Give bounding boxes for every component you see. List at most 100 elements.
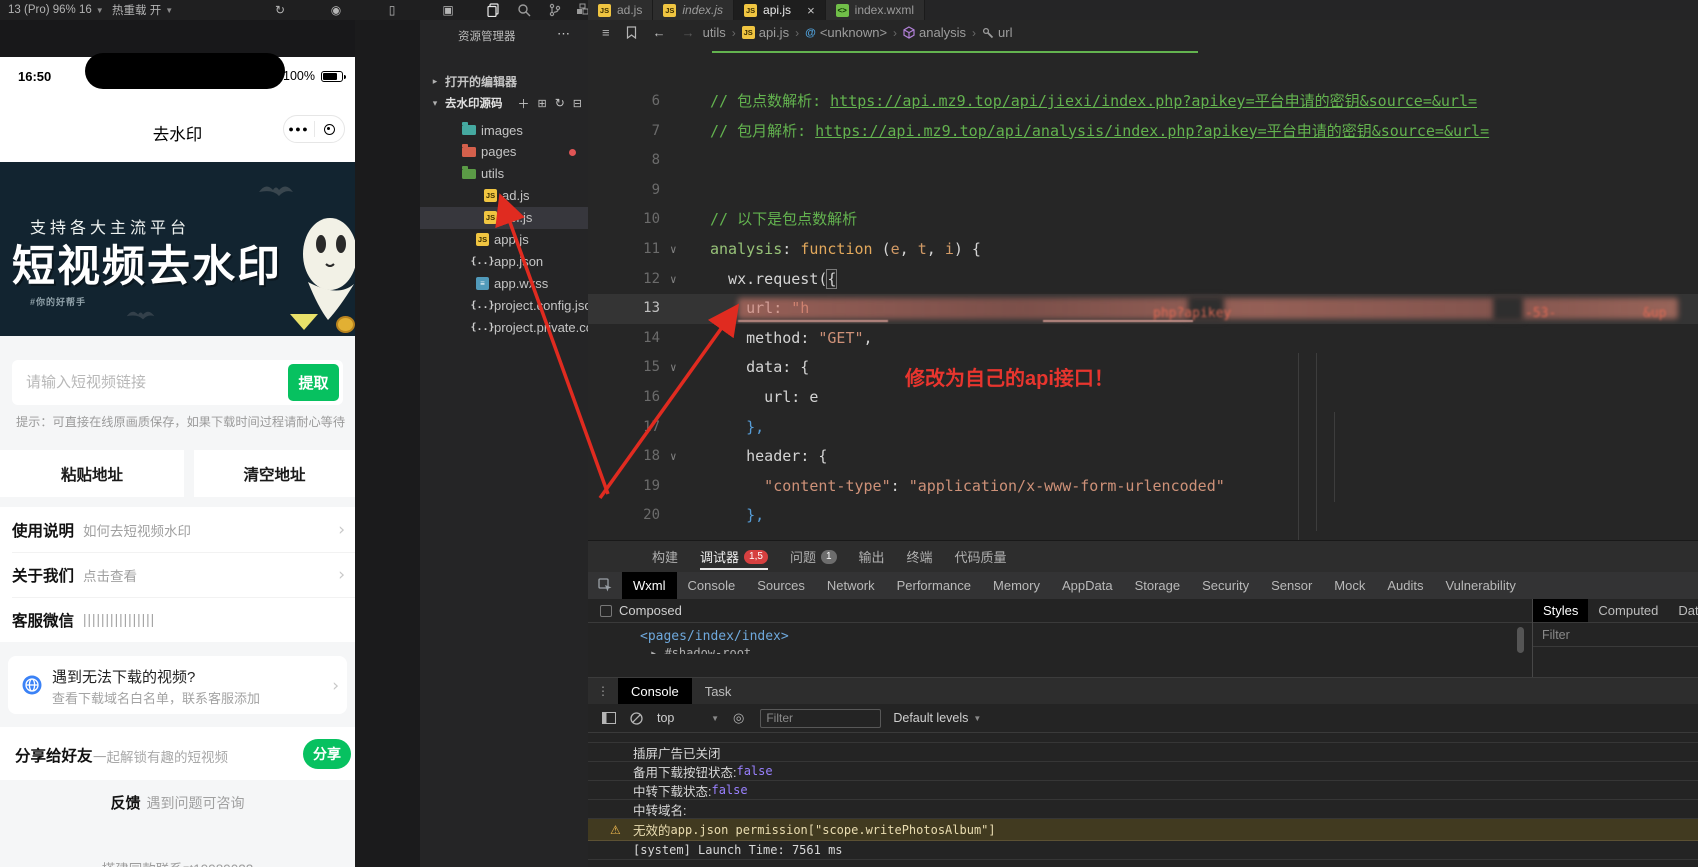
tree-item-images[interactable]: ▸images: [420, 119, 588, 141]
console-message[interactable]: 中转域名:: [588, 800, 1698, 819]
breadcrumb-item[interactable]: url: [982, 25, 1012, 40]
close-icon[interactable]: ×: [807, 3, 815, 18]
fold-chevron-icon[interactable]: ∨: [670, 235, 677, 265]
nav-back-icon[interactable]: ←: [653, 25, 666, 40]
devtools-tab-sources[interactable]: Sources: [746, 572, 816, 599]
fold-chevron-icon[interactable]: ∨: [670, 442, 677, 472]
multi-window-icon[interactable]: ▣: [438, 0, 458, 20]
code-line-19[interactable]: 19 "content-type": "application/x-www-fo…: [588, 472, 1698, 502]
paste-address-button[interactable]: 粘贴地址: [0, 450, 184, 497]
tree-item-app.wxss[interactable]: ≡ app.wxss: [420, 272, 588, 294]
tree-item-project.private.config.js...[interactable]: {..}project.private.config.js...: [420, 316, 588, 338]
open-editors-section[interactable]: ▸ 打开的编辑器: [420, 70, 588, 92]
code-line-12[interactable]: 12 ∨ wx.request({: [588, 265, 1698, 295]
console-message[interactable]: 中转下载状态: false: [588, 781, 1698, 800]
feedback-row[interactable]: 反馈 遇到问题可咨询: [0, 792, 355, 813]
devtools-tab-vulnerability[interactable]: Vulnerability: [1434, 572, 1526, 599]
clear-address-button[interactable]: 清空地址: [194, 450, 355, 497]
devtools-tab-appdata[interactable]: AppData: [1051, 572, 1124, 599]
code-line-17[interactable]: 17 },: [588, 413, 1698, 443]
wxml-tree-pane[interactable]: <pages/index/index> ▸ #shadow-root: [588, 623, 1532, 677]
devtools-tab-network[interactable]: Network: [816, 572, 886, 599]
nav-forward-icon[interactable]: →: [682, 25, 695, 40]
styles-tab-styles[interactable]: Styles: [1533, 599, 1589, 622]
console-message[interactable]: 备用下载按钮状态: false: [588, 762, 1698, 781]
devtools-tab-memory[interactable]: Memory: [982, 572, 1051, 599]
code-line-13[interactable]: 13 url: "hphp?apikey-53-&up: [588, 294, 1698, 324]
composed-checkbox[interactable]: [600, 604, 612, 617]
breadcrumb-item[interactable]: @ <unknown>: [805, 25, 887, 40]
code-line-18[interactable]: 18 ∨ header: {: [588, 442, 1698, 472]
help-card[interactable]: 遇到无法下载的视频? 查看下载域名白名单，联系客服添加 ›: [8, 656, 347, 714]
panel-tab-构建[interactable]: 构建: [652, 541, 678, 572]
bookmark-icon[interactable]: [626, 26, 637, 39]
new-file-icon[interactable]: ＋: [517, 95, 529, 112]
code-line-6[interactable]: 6 // 包点数解析: https://api.mz9.top/api/jiexi…: [588, 87, 1698, 117]
panel-tab-代码质量[interactable]: 代码质量: [955, 541, 1007, 572]
console-filter-input[interactable]: [760, 708, 882, 728]
tree-item-utils[interactable]: ▾utils: [420, 163, 588, 185]
video-link-input[interactable]: [26, 360, 276, 405]
devtools-tab-performance[interactable]: Performance: [886, 572, 982, 599]
tab-index.js[interactable]: JS index.js: [653, 0, 735, 20]
devtools-tab-sensor[interactable]: Sensor: [1260, 572, 1323, 599]
fold-chevron-icon[interactable]: ∨: [670, 353, 677, 383]
devtools-tab-wxml[interactable]: Wxml: [622, 572, 677, 599]
extract-button[interactable]: 提取: [288, 364, 339, 401]
inspect-element-icon[interactable]: [588, 578, 622, 593]
refresh-icon[interactable]: ↻: [555, 96, 565, 110]
files-icon[interactable]: [481, 0, 505, 20]
code-line-8[interactable]: 8: [588, 146, 1698, 176]
code-line-11[interactable]: 11 ∨ analysis: function (e, t, i) {: [588, 235, 1698, 265]
styles-filter-input[interactable]: Filter: [1533, 623, 1698, 647]
tab-ad.js[interactable]: JS ad.js: [588, 0, 654, 20]
refresh-icon[interactable]: ↻: [270, 0, 290, 20]
tree-item-app.json[interactable]: {..} app.json: [420, 250, 588, 272]
share-button[interactable]: 分享: [303, 739, 351, 769]
devtools-tab-audits[interactable]: Audits: [1376, 572, 1434, 599]
code-line-16[interactable]: 16 url: e: [588, 383, 1698, 413]
scrollbar[interactable]: [1517, 627, 1524, 653]
console-message[interactable]: [system] Launch Time: 7561 ms: [588, 841, 1698, 860]
panel-tab-调试器[interactable]: 调试器 1,5: [700, 541, 768, 572]
console-message[interactable]: 插屏广告已关闭: [588, 743, 1698, 762]
list-item-about[interactable]: 关于我们 点击查看 ›: [0, 552, 355, 597]
more-menu-icon[interactable]: ●●●: [284, 124, 314, 134]
styles-tab-computed[interactable]: Computed: [1588, 599, 1668, 622]
breadcrumb-item[interactable]: JS api.js: [741, 25, 789, 40]
git-branch-icon[interactable]: [543, 0, 567, 20]
search-icon[interactable]: [512, 0, 536, 20]
kebab-menu-icon[interactable]: ⋮: [588, 684, 618, 698]
console-message[interactable]: ⚠ 无效的 app.json permission["scope.writePho…: [588, 819, 1698, 841]
tab-index.wxml[interactable]: <> index.wxml: [825, 0, 926, 20]
close-target-icon[interactable]: [315, 123, 345, 135]
panel-tab-问题[interactable]: 问题 1: [790, 541, 837, 572]
panel-tab-终端[interactable]: 终端: [907, 541, 933, 572]
tree-item-project.config.json[interactable]: {..}project.config.json: [420, 294, 588, 316]
shadow-root-node[interactable]: ▸ #shadow-root: [650, 646, 751, 654]
code-line-15[interactable]: 15 ∨ data: {: [588, 353, 1698, 383]
console-tab-console[interactable]: Console: [618, 677, 692, 705]
sidebar-toggle-icon[interactable]: [602, 712, 616, 724]
breadcrumb-item[interactable]: utils: [703, 25, 726, 40]
devtools-tab-security[interactable]: Security: [1191, 572, 1260, 599]
device-selector[interactable]: 13 (Pro) 96% 16 ▼: [8, 0, 104, 20]
tree-item-app.js[interactable]: JS app.js: [420, 229, 588, 251]
outline-icon[interactable]: ≡: [602, 25, 610, 40]
project-root-section[interactable]: ▾ 去水印源码 ＋ ⊞ ↻ ⊟: [420, 92, 588, 114]
more-actions-icon[interactable]: ⋯: [557, 26, 570, 42]
phone-preview-icon[interactable]: ▯: [382, 0, 402, 20]
breadcrumb-item[interactable]: analysis: [903, 25, 966, 40]
tree-item-api.js[interactable]: JS api.js: [420, 206, 588, 229]
devtools-tab-console[interactable]: Console: [677, 572, 747, 599]
hot-reload-toggle[interactable]: 热重载 开 ▼: [112, 0, 173, 20]
panel-tab-输出[interactable]: 输出: [859, 541, 885, 572]
styles-tab-datas[interactable]: Datas: [1668, 599, 1698, 622]
code-editor[interactable]: ≡ ← → utils › JS api.js › @ <unknown> › analysis…: [588, 20, 1698, 540]
context-selector[interactable]: top ▼: [657, 711, 719, 725]
tree-item-ad.js[interactable]: JS ad.js: [420, 185, 588, 207]
devtools-tab-mock[interactable]: Mock: [1323, 572, 1376, 599]
tab-api.js[interactable]: JS api.js ×: [734, 0, 826, 20]
collapse-all-icon[interactable]: ⊟: [573, 97, 582, 110]
console-tab-task[interactable]: Task: [692, 678, 745, 705]
